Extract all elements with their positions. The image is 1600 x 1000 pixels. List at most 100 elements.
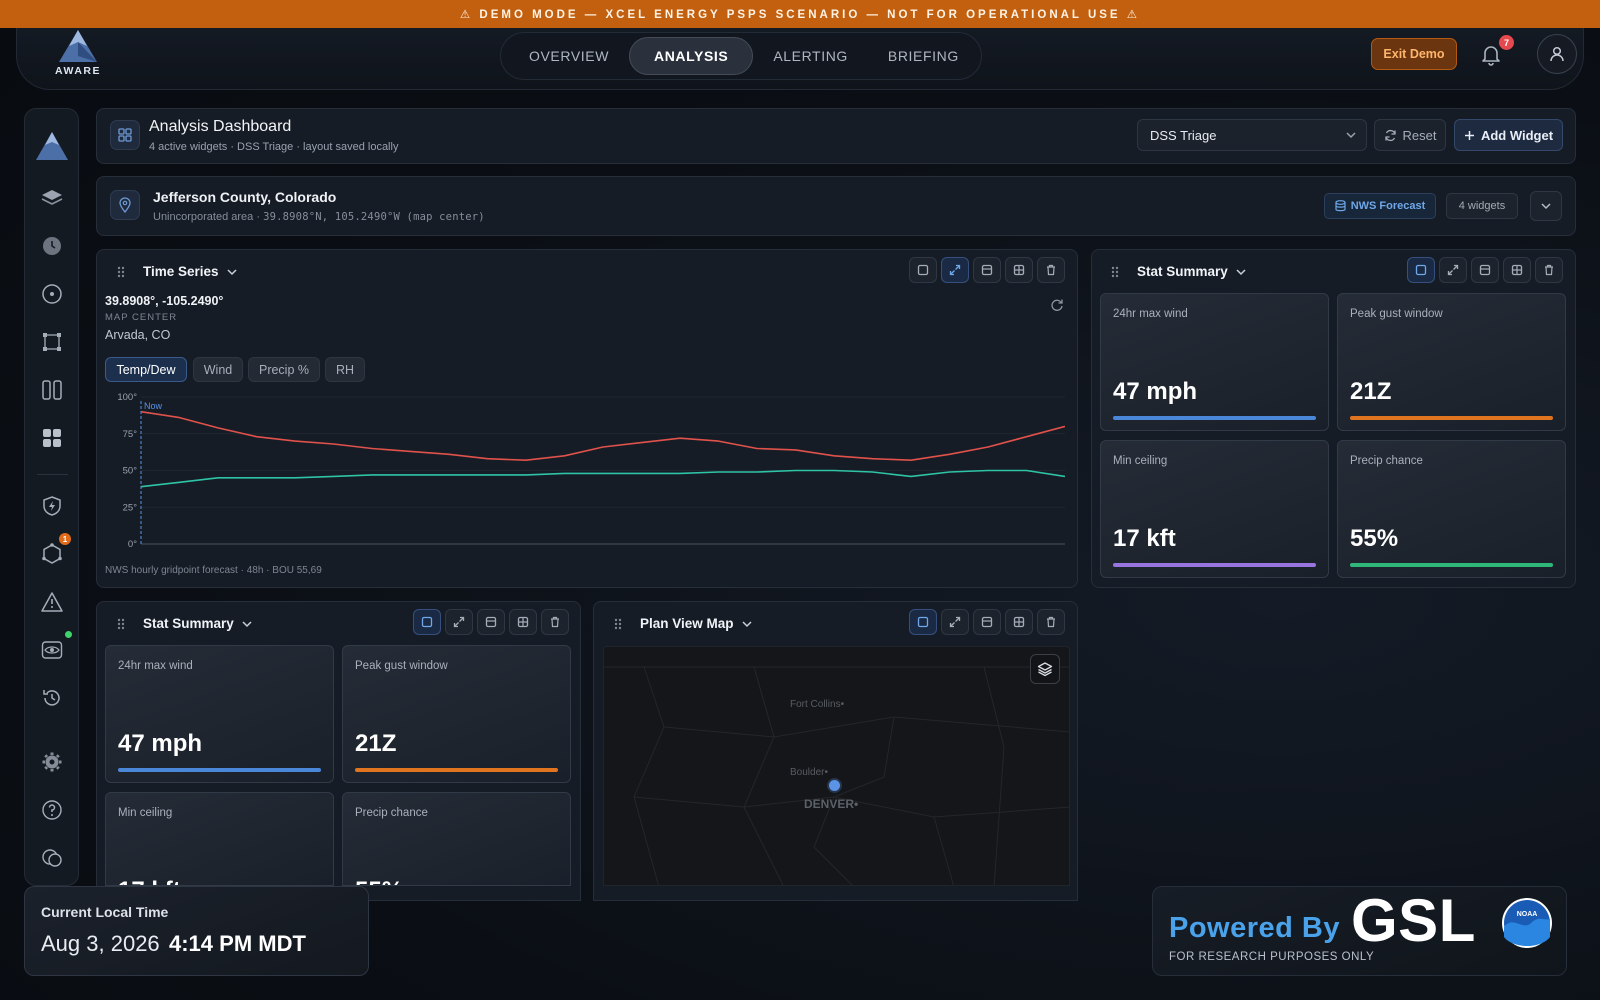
stat-card-max-wind: 24hr max wind 47 mph xyxy=(105,645,334,783)
layers-icon[interactable] xyxy=(39,185,65,211)
chip-temp-dew[interactable]: Temp/Dew xyxy=(105,357,187,382)
size-grid-button[interactable] xyxy=(1005,257,1033,283)
time-series-location-label: MAP CENTER xyxy=(105,312,178,323)
size-wide-button[interactable] xyxy=(973,609,1001,635)
home-logo-icon[interactable] xyxy=(35,129,69,163)
history-icon[interactable] xyxy=(39,685,65,711)
size-wide-button[interactable] xyxy=(973,257,1001,283)
gsl-logo-text: GSL xyxy=(1351,887,1476,954)
chip-precip[interactable]: Precip % xyxy=(248,357,320,382)
chip-wind[interactable]: Wind xyxy=(193,357,243,382)
chat-icon[interactable] xyxy=(39,845,65,871)
size-grid-button[interactable] xyxy=(1503,257,1531,283)
local-date: Aug 3, 2026 xyxy=(41,931,160,956)
drag-handle-icon[interactable] xyxy=(613,617,623,631)
stat-label: Min ceiling xyxy=(1113,455,1168,467)
tab-briefing[interactable]: BRIEFING xyxy=(868,38,979,74)
expand-button[interactable] xyxy=(941,257,969,283)
delete-widget-button[interactable] xyxy=(541,609,569,635)
size-grid-button[interactable] xyxy=(1005,609,1033,635)
shield-bolt-icon[interactable] xyxy=(39,493,65,519)
drag-handle-icon[interactable] xyxy=(1110,265,1120,279)
panel-icon xyxy=(981,264,993,276)
refresh-icon[interactable] xyxy=(1050,298,1064,312)
panel-icon xyxy=(485,616,497,628)
time-series-coord: 39.8908°, -105.2490° xyxy=(105,294,224,308)
add-widget-button[interactable]: Add Widget xyxy=(1454,119,1563,151)
settings-gear-icon[interactable] xyxy=(39,749,65,775)
local-time-card: Current Local Time Aug 3, 2026 4:14 PM M… xyxy=(24,886,369,976)
layout-select[interactable]: DSS Triage xyxy=(1137,119,1367,151)
time-series-chart[interactable]: 100° 75° 50° 25° 0° Now xyxy=(105,392,1065,557)
trash-icon xyxy=(1047,616,1055,628)
compass-icon[interactable] xyxy=(39,281,65,307)
sidebar-alert-badge: 1 xyxy=(59,533,71,545)
plan-view-map-title[interactable]: Plan View Map xyxy=(640,616,752,631)
size-small-button[interactable] xyxy=(909,609,937,635)
user-avatar[interactable] xyxy=(1537,34,1577,74)
add-widget-label: Add Widget xyxy=(1480,127,1554,143)
hexagon-network-icon[interactable] xyxy=(39,541,65,567)
size-grid-button[interactable] xyxy=(509,609,537,635)
database-icon xyxy=(1335,200,1346,212)
warning-icon[interactable] xyxy=(39,589,65,615)
collapse-location-button[interactable] xyxy=(1530,191,1562,221)
help-icon[interactable] xyxy=(39,797,65,823)
nws-forecast-pill[interactable]: NWS Forecast xyxy=(1324,193,1436,219)
grid-icon xyxy=(1511,264,1523,276)
delete-widget-button[interactable] xyxy=(1535,257,1563,283)
chart-y-tick-label: 50° xyxy=(123,466,138,477)
drag-handle-icon[interactable] xyxy=(116,265,126,279)
reset-button[interactable]: Reset xyxy=(1374,119,1446,151)
user-icon xyxy=(1550,46,1564,62)
online-status-dot xyxy=(65,631,72,638)
nodes-icon[interactable] xyxy=(39,329,65,355)
chip-rh[interactable]: RH xyxy=(325,357,365,382)
stat-value: 17 kft xyxy=(118,877,181,885)
eye-monitor-icon[interactable] xyxy=(39,637,65,663)
aware-logo[interactable]: AWARE xyxy=(53,28,103,84)
tab-overview[interactable]: OVERVIEW xyxy=(509,38,629,74)
page-title: Analysis Dashboard xyxy=(149,118,292,135)
stat-card-min-ceiling: Min ceiling 17 kft xyxy=(105,792,334,886)
chevron-down-icon xyxy=(1236,268,1246,275)
expand-icon xyxy=(949,616,961,628)
drag-handle-icon[interactable] xyxy=(116,617,126,631)
reset-label: Reset xyxy=(1402,127,1437,143)
size-small-button[interactable] xyxy=(413,609,441,635)
map-layers-button[interactable] xyxy=(1030,654,1060,684)
stat-card-precip: Precip chance 55% xyxy=(1337,440,1566,578)
tab-analysis[interactable]: ANALYSIS xyxy=(629,37,754,75)
logo-text: AWARE xyxy=(54,65,101,77)
time-series-title[interactable]: Time Series xyxy=(143,264,237,279)
delete-widget-button[interactable] xyxy=(1037,609,1065,635)
dashboard-grid-icon[interactable] xyxy=(39,425,65,451)
size-wide-button[interactable] xyxy=(477,609,505,635)
size-small-button[interactable] xyxy=(1407,257,1435,283)
plan-view-map-title-text: Plan View Map xyxy=(640,616,734,631)
location-subtitle: Unincorporated area · 39.8908°N, 105.249… xyxy=(153,211,485,223)
left-sidebar: 1 xyxy=(24,108,79,886)
stat-value: 21Z xyxy=(1350,378,1392,405)
size-small-button[interactable] xyxy=(909,257,937,283)
expand-button[interactable] xyxy=(941,609,969,635)
plan-view-map[interactable]: Fort Collins• Boulder• DENVER• xyxy=(603,646,1070,886)
layout-select-value: DSS Triage xyxy=(1150,127,1217,143)
tab-alerting[interactable]: ALERTING xyxy=(753,38,868,74)
refresh-icon xyxy=(1384,129,1396,141)
clock-icon[interactable] xyxy=(39,233,65,259)
powered-by-gsl: Powered By GSL FOR RESEARCH PURPOSES ONL… xyxy=(1152,886,1567,976)
map-label-denver: DENVER• xyxy=(804,797,859,811)
stat-summary-title[interactable]: Stat Summary xyxy=(143,616,252,631)
expand-button[interactable] xyxy=(445,609,473,635)
expand-button[interactable] xyxy=(1439,257,1467,283)
size-wide-button[interactable] xyxy=(1471,257,1499,283)
expand-icon xyxy=(453,616,465,628)
exit-demo-button[interactable]: Exit Demo xyxy=(1371,38,1457,70)
compare-icon[interactable] xyxy=(39,377,65,403)
stat-summary-title[interactable]: Stat Summary xyxy=(1137,264,1246,279)
delete-widget-button[interactable] xyxy=(1037,257,1065,283)
stat-value: 17 kft xyxy=(1113,525,1176,552)
map-center-marker[interactable] xyxy=(829,780,840,791)
stat-value: 55% xyxy=(355,877,403,885)
